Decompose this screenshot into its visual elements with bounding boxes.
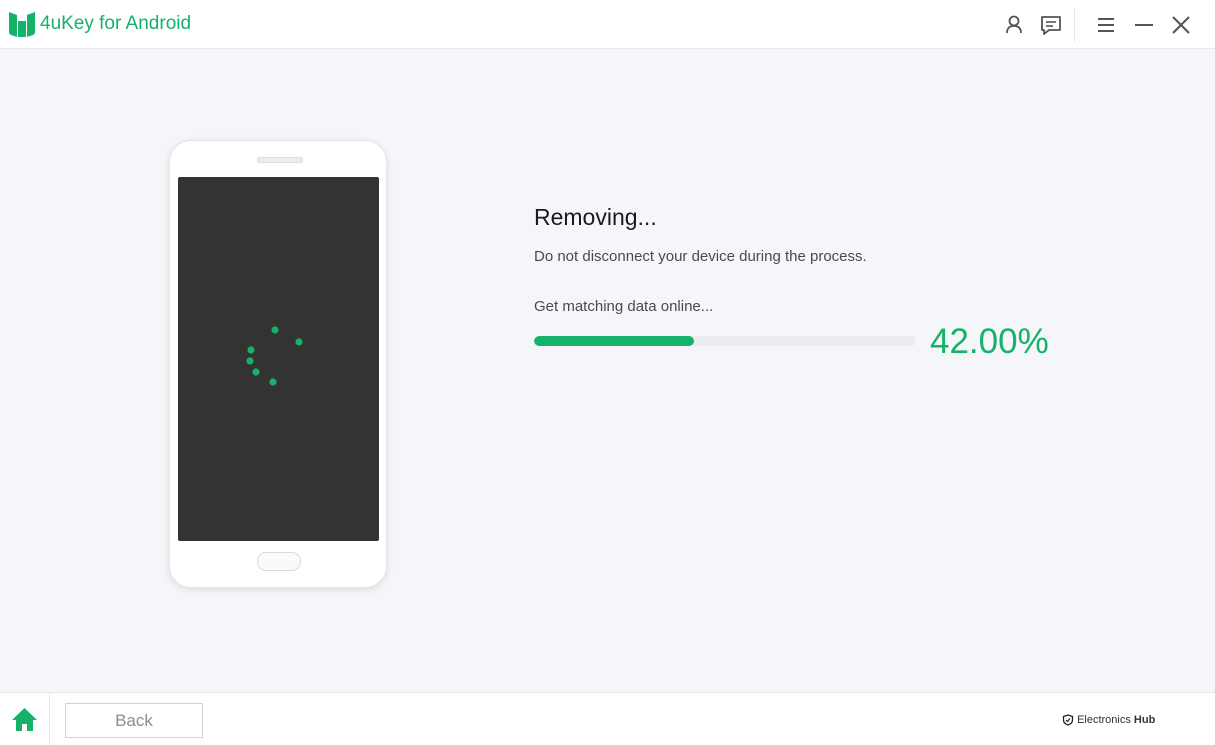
phone-illustration (169, 140, 387, 588)
progress-step-text: Get matching data online... (534, 298, 714, 315)
watermark: Electronics Hub (1062, 713, 1155, 727)
progress-bar (534, 336, 916, 346)
watermark-prefix: Electronics (1077, 714, 1131, 726)
close-icon[interactable] (1168, 12, 1194, 38)
status-subtitle: Do not disconnect your device during the… (534, 248, 867, 265)
bottom-bar-divider (49, 693, 50, 745)
back-button[interactable]: Back (65, 703, 203, 738)
user-icon[interactable] (1001, 12, 1027, 38)
phone-screen (178, 177, 379, 541)
watermark-suffix: Hub (1133, 714, 1156, 726)
home-icon[interactable] (0, 693, 49, 745)
titlebar-divider (1074, 8, 1075, 42)
phone-speaker (257, 157, 303, 163)
menu-icon[interactable] (1093, 12, 1119, 38)
bottom-bar: Back Electronics Hub (0, 692, 1215, 745)
progress-percentage: 42.00% (930, 322, 1049, 361)
app-logo-icon (9, 12, 35, 37)
title-bar: 4uKey for Android (0, 0, 1215, 49)
shield-icon (1062, 714, 1074, 726)
app-title: 4uKey for Android (40, 13, 192, 34)
progress-bar-fill (534, 336, 695, 346)
phone-home-button (257, 552, 301, 571)
status-title: Removing... (534, 204, 657, 230)
minimize-icon[interactable] (1131, 12, 1157, 38)
loading-spinner-icon (246, 326, 303, 386)
feedback-icon[interactable] (1038, 12, 1064, 38)
